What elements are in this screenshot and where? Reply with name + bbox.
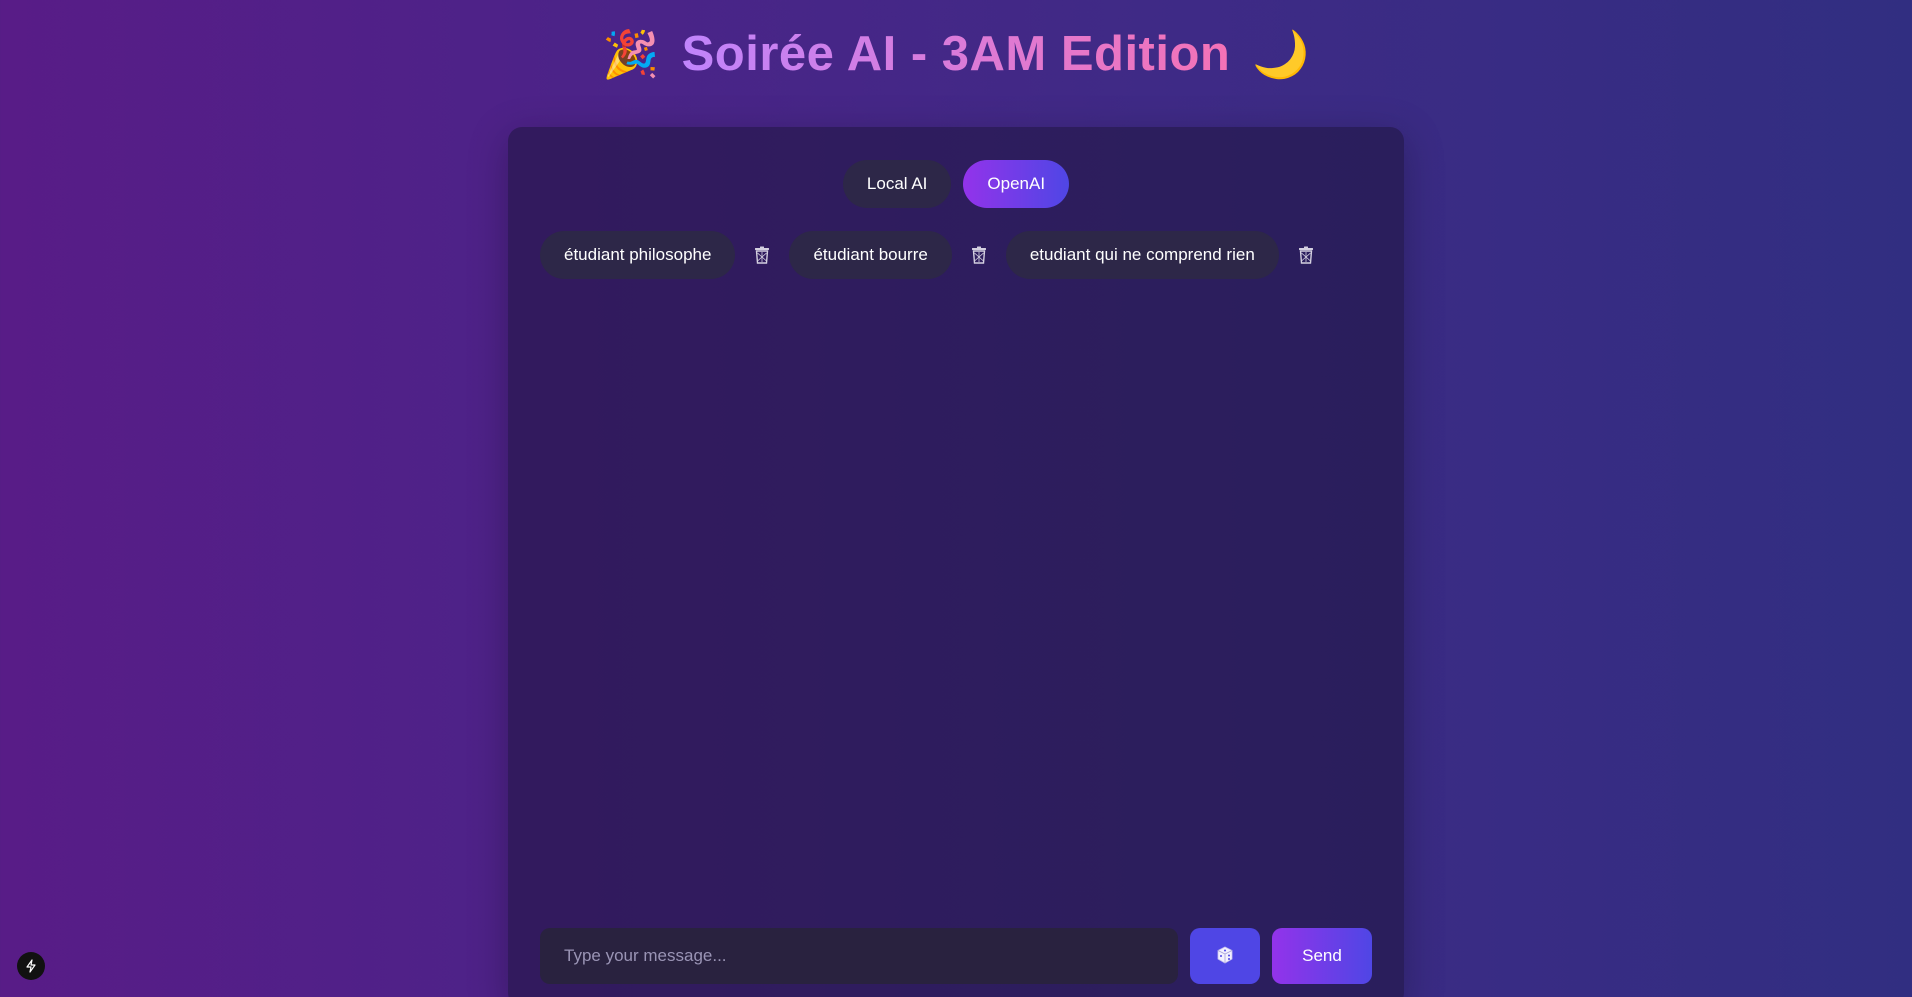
- message-composer: Send: [540, 928, 1372, 984]
- dice-icon: [1216, 946, 1234, 967]
- persona-chip-philosophe[interactable]: étudiant philosophe: [540, 231, 736, 279]
- party-popper-icon: 🎉: [602, 27, 660, 81]
- page-title: Soirée AI - 3AM Edition: [681, 27, 1231, 81]
- trash-icon[interactable]: [966, 242, 992, 268]
- trash-icon[interactable]: [749, 242, 775, 268]
- persona-chip-comprend-rien[interactable]: etudiant qui ne comprend rien: [1005, 231, 1279, 279]
- persona-item: étudiant bourre: [789, 231, 991, 279]
- chat-panel: Local AI OpenAI étudiant philosophe étud…: [508, 127, 1404, 997]
- persona-list: étudiant philosophe étudiant bourre etud…: [540, 231, 1333, 279]
- trash-icon[interactable]: [1293, 242, 1319, 268]
- page-header: 🎉 Soirée AI - 3AM Edition 🌙: [0, 24, 1912, 84]
- persona-chip-bourre[interactable]: étudiant bourre: [789, 231, 952, 279]
- random-dice-button[interactable]: [1190, 928, 1260, 984]
- ai-mode-toggle: Local AI OpenAI: [508, 160, 1404, 208]
- send-button[interactable]: Send: [1272, 928, 1372, 984]
- lightning-icon[interactable]: [17, 952, 45, 980]
- message-input[interactable]: [540, 928, 1178, 984]
- local-ai-button[interactable]: Local AI: [842, 160, 952, 208]
- crescent-moon-icon: 🌙: [1252, 27, 1310, 81]
- openai-button[interactable]: OpenAI: [963, 160, 1070, 208]
- persona-item: etudiant qui ne comprend rien: [1005, 231, 1319, 279]
- persona-item: étudiant philosophe: [540, 231, 775, 279]
